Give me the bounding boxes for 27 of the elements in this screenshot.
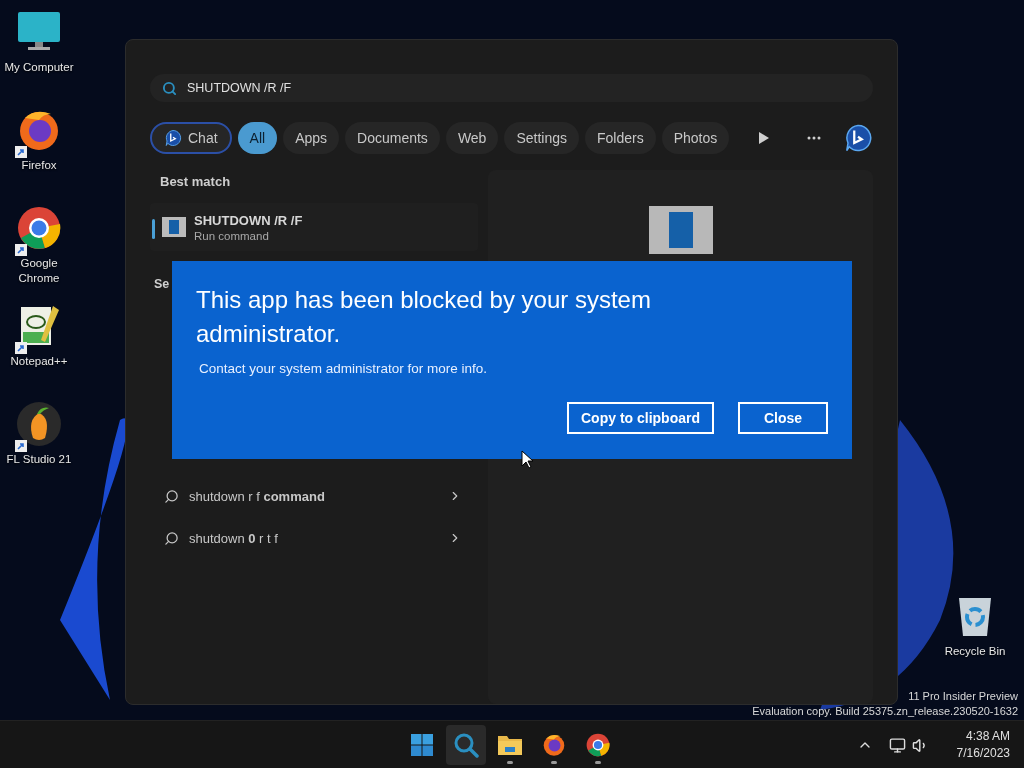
filter-tab[interactable]: Apps xyxy=(283,122,340,154)
section-heading: Se xyxy=(153,277,170,291)
filter-tab[interactable]: Folders xyxy=(585,122,656,154)
watermark-text: 11 Pro Insider Preview xyxy=(908,689,1018,704)
desktop-icon-label[interactable]: My Computer xyxy=(0,60,78,75)
dialog-message: Contact your system administrator for more info. xyxy=(199,361,489,376)
desktop-icon-label[interactable]: Firefox xyxy=(0,158,78,173)
chat-button[interactable]: Chat xyxy=(150,122,232,154)
section-heading: Best match xyxy=(159,174,232,189)
copy-button[interactable]: Copy to clipboard xyxy=(567,402,714,434)
dialog-title: This app has been blocked by your system administrator. xyxy=(196,285,652,349)
desktop-icon-label[interactable]: FL Studio 21 xyxy=(0,452,78,467)
search-field[interactable]: SHUTDOWN /R /F xyxy=(150,74,873,102)
filter-tab[interactable]: Documents xyxy=(345,122,440,154)
clock-time[interactable]: 4:38 AM xyxy=(965,728,1010,745)
filter-tab[interactable]: Web xyxy=(445,122,499,154)
desktop-icon-label[interactable]: Google Chrome xyxy=(0,256,78,286)
suggestion-item[interactable]: shutdown 0 r t f xyxy=(189,530,438,546)
filter-tab[interactable]: Settings xyxy=(504,122,579,154)
clock-date[interactable]: 7/16/2023 xyxy=(956,745,1010,762)
desktop-icon-label[interactable]: Notepad++ xyxy=(0,354,78,369)
close-button[interactable]: Close xyxy=(738,402,828,434)
filter-tab[interactable]: All xyxy=(237,122,278,154)
watermark-text: Evaluation copy. Build 25375.zn_release.230520-1632 xyxy=(752,704,1018,719)
desktop-icon-label[interactable]: Recycle Bin xyxy=(936,644,1014,659)
filter-tab[interactable]: Photos xyxy=(661,122,730,154)
suggestion-item[interactable]: shutdown r f command xyxy=(189,488,438,504)
